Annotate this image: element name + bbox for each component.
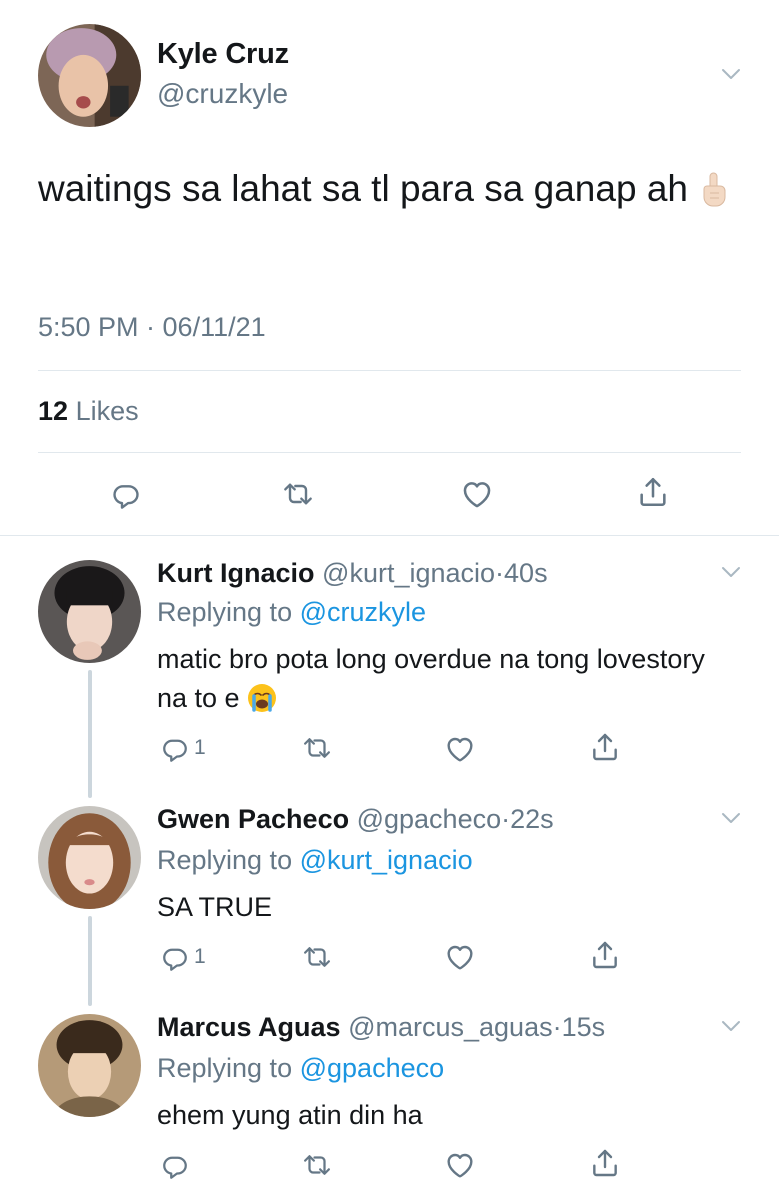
share-button[interactable] (589, 1147, 621, 1179)
tweet-text-content: waitings sa lahat sa tl para sa ganap ah (38, 168, 688, 209)
share-button[interactable] (589, 939, 621, 971)
replying-to: Replying to @kurt_ignacio (157, 845, 473, 876)
reply-header: Kurt Ignacio @kurt_ignacio·40s (157, 558, 548, 589)
reply-author-handle[interactable]: @gpacheco (357, 804, 502, 834)
reply-count: 1 (194, 736, 206, 759)
avatar[interactable] (38, 806, 141, 909)
like-icon (444, 733, 476, 765)
divider (38, 370, 741, 371)
like-icon (460, 477, 494, 511)
chevron-down-icon[interactable] (721, 812, 741, 824)
avatar[interactable] (38, 24, 141, 127)
reply-author-handle[interactable]: @kurt_ignacio (322, 558, 495, 588)
chevron-down-icon[interactable] (721, 68, 741, 80)
chevron-down-icon[interactable] (721, 566, 741, 578)
retweet-icon (282, 478, 314, 510)
loudly-crying-face-emoji (247, 683, 277, 724)
reply-text-content: matic bro pota long overdue na tong love… (157, 644, 705, 713)
likes-label: Likes (75, 396, 139, 426)
share-icon (589, 731, 621, 763)
chevron-down-icon[interactable] (721, 1020, 741, 1032)
share-button[interactable] (636, 475, 670, 509)
reply-text: matic bro pota long overdue na tong love… (157, 640, 717, 724)
reply-count: 1 (194, 945, 206, 968)
replying-to-label: Replying to (157, 597, 293, 627)
dot-separator: · (552, 1012, 562, 1042)
replying-to-link[interactable]: @gpacheco (300, 1053, 445, 1083)
thread-line (88, 916, 92, 1006)
author-name[interactable]: Kyle Cruz (157, 38, 289, 71)
retweet-button[interactable] (282, 478, 314, 510)
divider (38, 452, 741, 453)
share-icon (589, 939, 621, 971)
reply-button[interactable] (110, 478, 142, 510)
tweet-timestamp[interactable]: 5:50 PM · 06/11/21 (38, 312, 266, 343)
like-button[interactable] (460, 477, 494, 511)
tweet-text: waitings sa lahat sa tl para sa ganap ah (38, 162, 738, 222)
reply-icon (160, 733, 190, 763)
replying-to-label: Replying to (157, 1053, 293, 1083)
retweet-button[interactable] (302, 1150, 332, 1180)
reply-header: Marcus Aguas @marcus_aguas·15s (157, 1012, 605, 1043)
like-button[interactable] (444, 733, 476, 765)
reply-time[interactable]: 15s (562, 1012, 606, 1042)
share-icon (636, 475, 670, 509)
reply-button[interactable]: 1 (160, 733, 206, 763)
thread-line (88, 670, 92, 798)
index-pointing-up-emoji (698, 168, 730, 222)
reply-author-name[interactable]: Kurt Ignacio (157, 558, 315, 588)
author-handle[interactable]: @cruzkyle (157, 78, 288, 110)
likes-count: 12 (38, 396, 69, 426)
replying-to-link[interactable]: @kurt_ignacio (300, 845, 473, 875)
reply-button[interactable]: 1 (160, 942, 206, 972)
like-button[interactable] (444, 1149, 476, 1181)
reply-header: Gwen Pacheco @gpacheco·22s (157, 804, 554, 835)
retweet-icon (302, 942, 332, 972)
dot-separator: · (495, 558, 505, 588)
reply-time[interactable]: 22s (510, 804, 554, 834)
reply-time[interactable]: 40s (504, 558, 548, 588)
reply-text: SA TRUE (157, 892, 273, 922)
retweet-button[interactable] (302, 942, 332, 972)
replying-to: Replying to @cruzkyle (157, 597, 426, 628)
like-icon (444, 941, 476, 973)
retweet-icon (302, 1150, 332, 1180)
replying-to: Replying to @gpacheco (157, 1053, 444, 1084)
avatar[interactable] (38, 1014, 141, 1117)
like-button[interactable] (444, 941, 476, 973)
share-icon (589, 1147, 621, 1179)
retweet-button[interactable] (302, 733, 332, 763)
reply-icon (110, 478, 142, 510)
share-button[interactable] (589, 731, 621, 763)
reply-author-name[interactable]: Gwen Pacheco (157, 804, 349, 834)
reply-icon (160, 1150, 190, 1180)
likes-stat[interactable]: 12 Likes (38, 396, 139, 427)
like-icon (444, 1149, 476, 1181)
reply-author-handle[interactable]: @marcus_aguas (348, 1012, 553, 1042)
dot-separator: · (501, 804, 511, 834)
divider (0, 535, 779, 536)
reply-button[interactable] (160, 1150, 194, 1180)
avatar[interactable] (38, 560, 141, 663)
reply-text: ehem yung atin din ha (157, 1100, 423, 1130)
replying-to-link[interactable]: @cruzkyle (300, 597, 426, 627)
replying-to-label: Replying to (157, 845, 293, 875)
retweet-icon (302, 733, 332, 763)
reply-author-name[interactable]: Marcus Aguas (157, 1012, 341, 1042)
reply-icon (160, 942, 190, 972)
